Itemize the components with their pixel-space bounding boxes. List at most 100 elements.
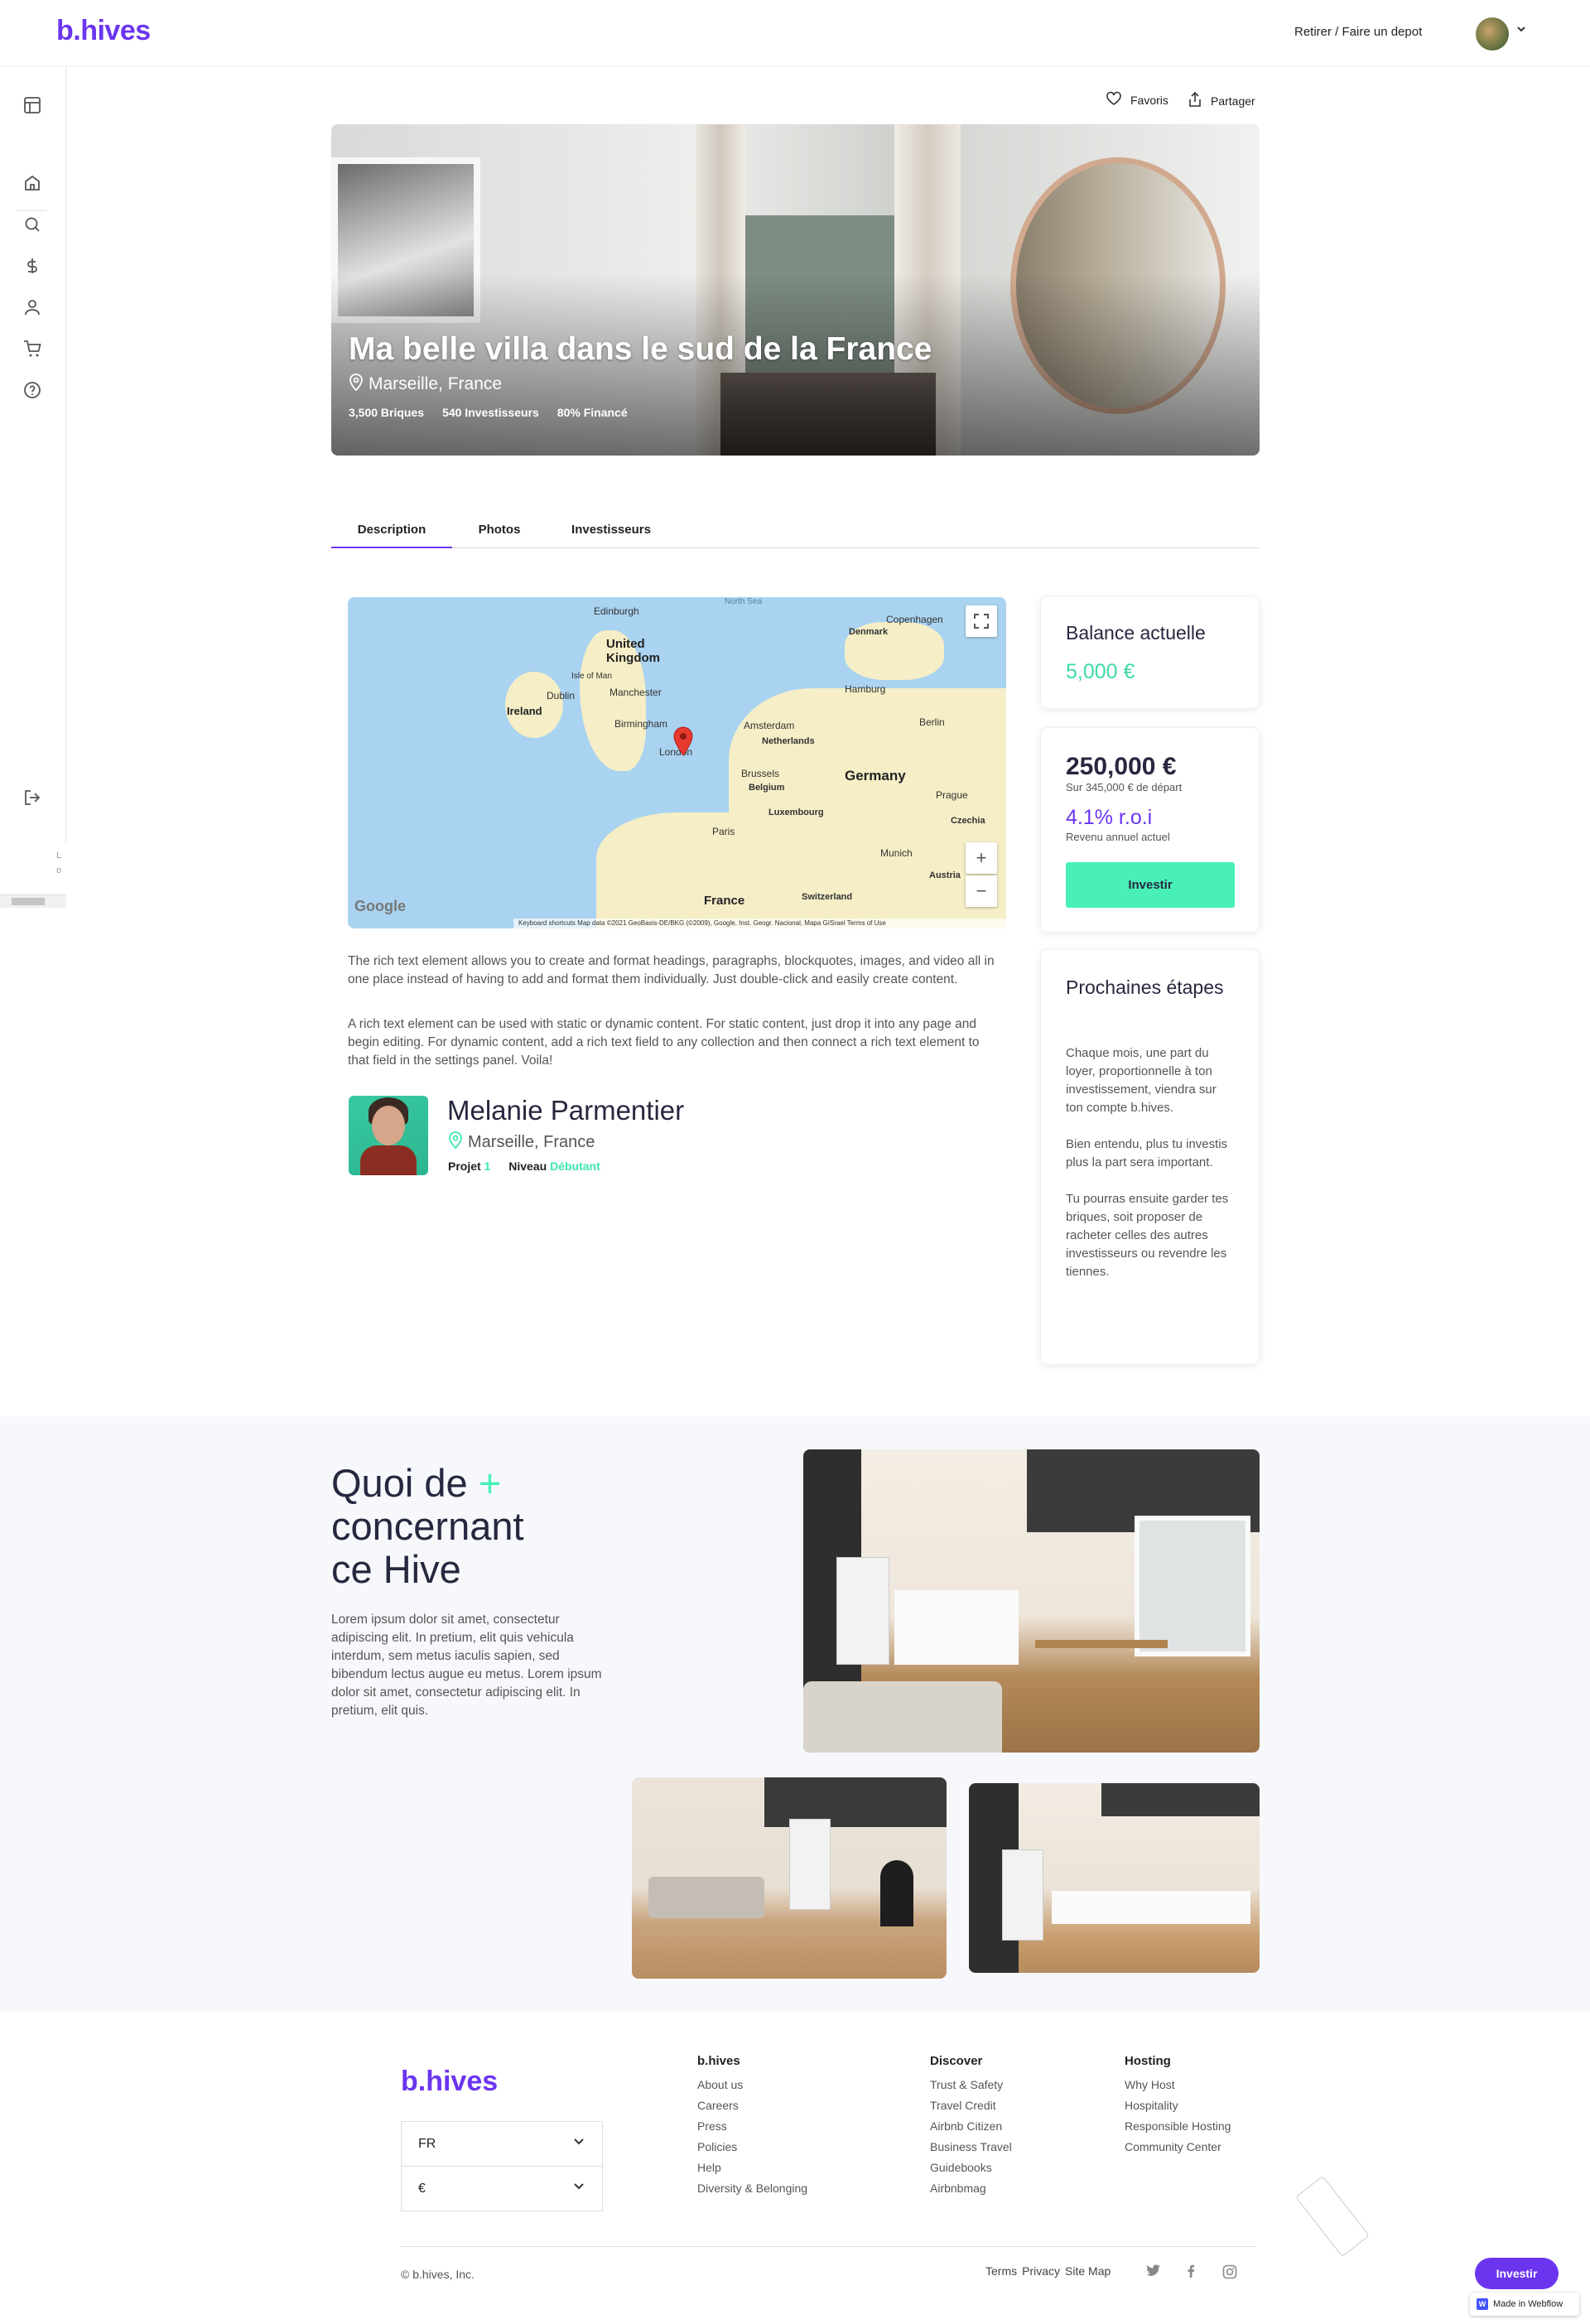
stat-bricks: 3,500 Briques xyxy=(349,406,425,419)
footer-divider xyxy=(401,2246,1256,2247)
home-icon[interactable] xyxy=(20,171,45,195)
owner-name: Melanie Parmentier xyxy=(447,1095,685,1126)
zoom-in-icon[interactable]: + xyxy=(966,842,997,874)
avatar-body xyxy=(360,1145,417,1175)
about-title-part: ce Hive xyxy=(331,1547,461,1591)
footer-link[interactable]: Airbnbmag xyxy=(930,2178,1012,2199)
footer-link[interactable]: Guidebooks xyxy=(930,2158,1012,2178)
photo-detail xyxy=(789,1819,831,1910)
tab-investors[interactable]: Investisseurs xyxy=(559,520,663,548)
kitchen-photo xyxy=(969,1783,1260,1973)
share-button[interactable]: Partager xyxy=(1188,91,1255,110)
about-title: Quoi de + concernant ce Hive xyxy=(331,1462,524,1591)
logout-icon[interactable] xyxy=(20,785,45,810)
map-label: Austria xyxy=(929,870,961,880)
search-icon[interactable] xyxy=(20,212,45,237)
footer-column-title: Hosting xyxy=(1125,2054,1171,2068)
roi-sub: Revenu annuel actuel xyxy=(1066,831,1170,843)
owner-meta: Projet 1 Niveau Débutant xyxy=(448,1160,600,1173)
photo-detail xyxy=(1101,1783,1260,1816)
map-attribution[interactable]: Keyboard shortcuts Map data ©2021 GeoBas… xyxy=(513,919,1006,928)
map-label: Belgium xyxy=(749,783,785,793)
chevron-down-icon[interactable] xyxy=(1515,23,1527,39)
location-map[interactable]: North Sea Edinburgh United Kingdom Isle … xyxy=(348,597,1006,928)
owner-location: Marseille, France xyxy=(448,1131,595,1154)
withdraw-deposit-link[interactable]: Retirer / Faire un depot xyxy=(1294,25,1422,39)
invest-card: 250,000 € Sur 345,000 € de départ 4.1% r… xyxy=(1040,727,1260,933)
tab-photos[interactable]: Photos xyxy=(460,520,539,548)
help-icon[interactable] xyxy=(20,378,45,403)
tab-description[interactable]: Description xyxy=(331,520,452,548)
kitchen-photo xyxy=(632,1777,947,1979)
map-label: Birmingham xyxy=(614,718,668,730)
location-text: Marseille, France xyxy=(369,374,503,393)
about-title-part: Quoi de xyxy=(331,1461,479,1505)
webflow-badge[interactable]: W Made in Webflow xyxy=(1470,2293,1579,2316)
photo-detail xyxy=(1035,1640,1168,1648)
sidebar-cut-text: Lo xyxy=(56,851,62,875)
map-label: Czechia xyxy=(951,816,985,826)
footer-link[interactable]: Why Host xyxy=(1125,2075,1231,2095)
footer-link[interactable]: Help xyxy=(697,2158,807,2178)
map-label: Amsterdam xyxy=(744,720,795,731)
map-label: Isle of Man xyxy=(571,672,612,681)
instagram-icon[interactable] xyxy=(1222,2264,1237,2282)
footer-link[interactable]: About us xyxy=(697,2075,807,2095)
favorites-button[interactable]: Favoris xyxy=(1106,91,1168,108)
map-label: Prague xyxy=(936,789,968,801)
map-label: Copenhagen xyxy=(886,614,943,625)
twitter-icon[interactable] xyxy=(1146,2264,1161,2280)
map-label: Munich xyxy=(880,847,913,859)
invest-button[interactable]: Investir xyxy=(1066,862,1235,908)
map-land-france xyxy=(596,812,795,928)
footer-link[interactable]: Travel Credit xyxy=(930,2095,1012,2116)
photo-detail xyxy=(836,1557,889,1665)
step-paragraph: Tu pourras ensuite garder tes briques, s… xyxy=(1066,1192,1229,1279)
terms-link[interactable]: Terms xyxy=(985,2264,1017,2278)
map-label: France xyxy=(704,894,745,908)
dollar-icon[interactable] xyxy=(20,253,45,278)
hang-tag-decoration xyxy=(1295,2175,1370,2258)
map-label: Ireland xyxy=(507,705,542,717)
footer-link[interactable]: Careers xyxy=(697,2095,807,2116)
map-label: Paris xyxy=(712,826,735,837)
photo-detail xyxy=(803,1681,1002,1753)
footer-link[interactable]: Business Travel xyxy=(930,2137,1012,2158)
step-paragraph: Bien entendu, plus tu investis plus la p… xyxy=(1066,1137,1228,1169)
photo-detail xyxy=(648,1877,764,1918)
footer-link[interactable]: Trust & Safety xyxy=(930,2075,1012,2095)
sidebar-scrollbar[interactable] xyxy=(0,894,66,908)
scrollbar-thumb[interactable] xyxy=(12,898,45,905)
footer-link[interactable]: Policies xyxy=(697,2137,807,2158)
floating-invest-button[interactable]: Investir xyxy=(1475,2258,1559,2289)
facebook-icon[interactable] xyxy=(1187,2264,1195,2280)
cart-icon[interactable] xyxy=(20,336,45,361)
footer-link[interactable]: Hospitality xyxy=(1125,2095,1231,2116)
zoom-out-icon[interactable]: − xyxy=(966,875,997,907)
footer-link[interactable]: Community Center xyxy=(1125,2137,1231,2158)
map-pin-icon[interactable] xyxy=(672,726,694,760)
currency-select[interactable]: € xyxy=(401,2166,603,2211)
footer-link[interactable]: Responsible Hosting xyxy=(1125,2116,1231,2137)
plus-icon: + xyxy=(478,1461,502,1505)
layout-icon[interactable] xyxy=(20,93,45,118)
user-icon[interactable] xyxy=(20,295,45,320)
footer-link[interactable]: Airbnb Citizen xyxy=(930,2116,1012,2137)
sitemap-link[interactable]: Site Map xyxy=(1065,2264,1111,2278)
user-avatar[interactable] xyxy=(1476,17,1509,51)
fullscreen-icon[interactable] xyxy=(966,605,997,637)
footer-legal-links: Terms Privacy Site Map xyxy=(985,2264,1111,2278)
property-title: Ma belle villa dans le sud de la France xyxy=(349,331,932,367)
heart-icon xyxy=(1106,91,1122,108)
step-paragraph: Chaque mois, une part du loyer, proporti… xyxy=(1066,1046,1217,1115)
favorites-label: Favoris xyxy=(1130,93,1168,107)
chevron-down-icon xyxy=(572,2180,585,2197)
footer-link[interactable]: Diversity & Belonging xyxy=(697,2178,807,2199)
balance-value: 5,000 € xyxy=(1066,660,1135,683)
logo[interactable]: b.hives xyxy=(56,15,151,47)
footer-link[interactable]: Press xyxy=(697,2116,807,2137)
owner-location-text: Marseille, France xyxy=(468,1132,595,1151)
language-select[interactable]: FR xyxy=(401,2121,603,2167)
footer-logo[interactable]: b.hives xyxy=(401,2066,498,2098)
privacy-link[interactable]: Privacy xyxy=(1022,2264,1060,2278)
